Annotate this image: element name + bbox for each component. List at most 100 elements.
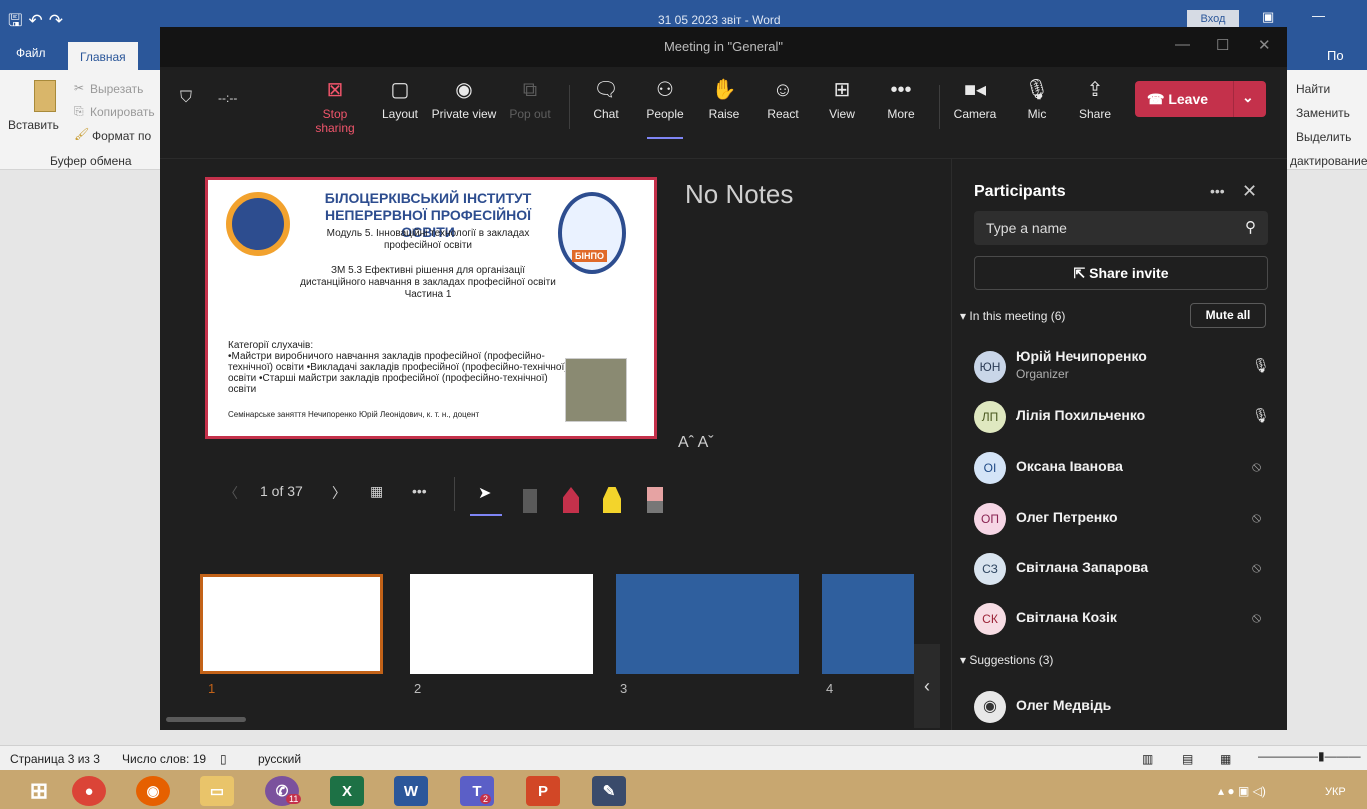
share-invite-button[interactable]: ⇱ Share invite bbox=[974, 256, 1268, 290]
collapse-thumbnails-icon[interactable]: ‹ bbox=[914, 644, 940, 728]
page-count[interactable]: Страница 3 из 3 bbox=[10, 752, 100, 766]
tab-home[interactable]: Главная bbox=[68, 42, 138, 72]
excel-icon[interactable]: X bbox=[330, 776, 364, 806]
meeting-timer: --:-- bbox=[218, 91, 238, 105]
camera-button[interactable]: ■◂ Camera bbox=[945, 77, 1005, 121]
participant-row[interactable]: ЛП Лілія Похильченко 🎙 bbox=[974, 397, 1274, 437]
chrome-icon[interactable]: ● bbox=[72, 776, 106, 806]
chevron-down-icon[interactable]: ⌄ bbox=[1242, 89, 1254, 106]
mic-icon: 🎙 bbox=[1024, 79, 1050, 101]
clipboard-group-label: Буфер обмена bbox=[50, 154, 132, 168]
in-meeting-section[interactable]: ▾ In this meeting (6) bbox=[960, 309, 1065, 323]
participant-row[interactable]: ЮН Юрій Нечипоренко Organizer 🎙 bbox=[974, 347, 1274, 387]
copy-icon[interactable]: ⎘ bbox=[74, 104, 84, 119]
slide-thumbnail-4[interactable] bbox=[822, 574, 914, 674]
paste-button[interactable]: Вставить bbox=[8, 118, 59, 132]
close-icon[interactable]: ✕ bbox=[1258, 36, 1271, 54]
zoom-slider[interactable]: —————▮——— bbox=[1258, 749, 1361, 763]
layout-button[interactable]: ▢ Layout bbox=[370, 77, 430, 121]
maximize-icon[interactable]: ☐ bbox=[1216, 36, 1229, 54]
stop-sharing-button[interactable]: ⊠ Stop sharing bbox=[302, 77, 368, 135]
private-view-button[interactable]: ◉ Private view bbox=[429, 77, 499, 121]
more-icon[interactable]: ••• bbox=[412, 483, 427, 499]
presenter-photo bbox=[565, 358, 627, 422]
shield-icon[interactable]: ⛉ bbox=[180, 89, 192, 107]
powerpoint-icon[interactable]: P bbox=[526, 776, 560, 806]
print-layout-icon[interactable]: ▤ bbox=[1182, 752, 1193, 766]
slide-topic: ЗМ 5.3 Ефективні рішення для організації… bbox=[300, 265, 556, 300]
participant-row[interactable]: ОП Олег Петренко ⦸ bbox=[974, 499, 1274, 539]
quick-access-icons[interactable]: 🖫↶↷ bbox=[8, 8, 69, 37]
red-pen-icon[interactable] bbox=[563, 487, 579, 513]
smile-icon: ☺ bbox=[772, 79, 794, 101]
replace-button[interactable]: Заменить bbox=[1296, 106, 1350, 120]
font-size-controls[interactable]: Aˆ Aˇ bbox=[678, 434, 714, 452]
people-button[interactable]: ⚇ People bbox=[635, 77, 695, 139]
find-button[interactable]: Найти bbox=[1296, 82, 1330, 96]
slide-thumbnail-1[interactable] bbox=[200, 574, 383, 674]
minimize-icon[interactable]: — bbox=[1175, 36, 1190, 53]
chat-button[interactable]: 🗨 Chat bbox=[576, 77, 636, 121]
mute-all-button[interactable]: Mute all bbox=[1190, 303, 1266, 328]
account-label[interactable]: По bbox=[1327, 48, 1344, 63]
more-button[interactable]: ••• More bbox=[871, 77, 931, 121]
ribbon-display-icon[interactable]: ▣ bbox=[1262, 9, 1274, 25]
participant-row[interactable]: СЗ Світлана Запарова ⦸ bbox=[974, 549, 1274, 589]
word-icon[interactable]: W bbox=[394, 776, 428, 806]
input-language[interactable]: УКР bbox=[1325, 786, 1346, 798]
signin-button[interactable]: Вход bbox=[1187, 10, 1239, 28]
next-slide-icon[interactable]: 〉 bbox=[332, 483, 346, 503]
format-painter-icon[interactable]: 🖌 bbox=[74, 127, 89, 141]
avatar: ОП bbox=[974, 503, 1006, 535]
slide-thumbnail-3[interactable] bbox=[616, 574, 799, 674]
minimize-icon[interactable]: — bbox=[1312, 8, 1325, 23]
mic-off-icon: ⦸ bbox=[1252, 458, 1262, 474]
close-icon[interactable]: ✕ bbox=[1242, 181, 1257, 202]
more-icon[interactable]: ••• bbox=[1210, 183, 1225, 199]
web-layout-icon[interactable]: ▦ bbox=[1220, 752, 1231, 766]
mic-button[interactable]: 🎙 Mic bbox=[1007, 77, 1067, 121]
cut-button[interactable]: Вырезать bbox=[90, 82, 143, 96]
prev-slide-icon[interactable]: 〈 bbox=[224, 483, 238, 503]
layout-icon: ▢ bbox=[390, 79, 410, 101]
leave-button[interactable]: ☎ Leave ⌄ bbox=[1135, 81, 1266, 117]
laser-pen-icon[interactable] bbox=[523, 489, 537, 513]
file-explorer-icon[interactable]: ▭ bbox=[200, 776, 234, 806]
view-button[interactable]: ⊞ View bbox=[812, 77, 872, 121]
teams-meeting-window: Meeting in "General" — ☐ ✕ ⛉ --:-- ⊠ Sto… bbox=[160, 27, 1287, 730]
word-status-bar: Страница 3 из 3 Число слов: 19 ▯ русский… bbox=[0, 745, 1367, 770]
participant-row[interactable]: ОІ Оксана Іванова ⦸ bbox=[974, 448, 1274, 488]
react-button[interactable]: ☺ React bbox=[753, 77, 813, 121]
paste-icon[interactable] bbox=[34, 80, 56, 112]
word-count[interactable]: Число слов: 19 bbox=[122, 752, 206, 766]
language-label[interactable]: русский bbox=[258, 752, 301, 766]
tab-file[interactable]: Файл bbox=[16, 46, 46, 60]
participant-search-input[interactable]: Type a name ⚲ bbox=[974, 211, 1268, 245]
avatar: СЗ bbox=[974, 553, 1006, 585]
format-painter-button[interactable]: Формат по bbox=[92, 129, 151, 143]
hand-icon: ✋ bbox=[711, 79, 737, 101]
firefox-icon[interactable]: ◉ bbox=[136, 776, 170, 806]
system-tray-icons[interactable]: ▴ ● ▣ ◁) bbox=[1218, 784, 1266, 798]
slide-thumbnail-2[interactable] bbox=[410, 574, 593, 674]
eraser-icon[interactable] bbox=[647, 487, 663, 513]
avatar: ОІ bbox=[974, 452, 1006, 484]
participant-row[interactable]: СК Світлана Козік ⦸ bbox=[974, 599, 1274, 639]
pen-app-icon[interactable]: ✎ bbox=[592, 776, 626, 806]
pop-out-button[interactable]: ⧉ Pop out bbox=[500, 77, 560, 121]
grid-view-icon[interactable]: ▦ bbox=[370, 483, 383, 500]
share-button[interactable]: ⇪ Share bbox=[1065, 77, 1125, 121]
pointer-icon[interactable]: ➤ bbox=[478, 483, 491, 503]
cut-icon[interactable]: ✂ bbox=[74, 81, 84, 95]
search-icon[interactable]: ⚲ bbox=[1245, 218, 1256, 236]
suggested-person-row[interactable]: ◉ Олег Медвідь bbox=[974, 687, 1274, 727]
highlighter-icon[interactable] bbox=[603, 487, 621, 513]
windows-start-icon[interactable]: ⊞ bbox=[22, 776, 56, 806]
select-button[interactable]: Выделить bbox=[1296, 130, 1351, 144]
thumbnail-scrollbar[interactable] bbox=[166, 717, 246, 722]
suggestions-section[interactable]: ▾ Suggestions (3) bbox=[960, 653, 1053, 667]
copy-button[interactable]: Копировать bbox=[90, 105, 155, 119]
read-mode-icon[interactable]: ▥ bbox=[1142, 752, 1153, 766]
proofing-icon[interactable]: ▯ bbox=[220, 752, 227, 766]
raise-hand-button[interactable]: ✋ Raise bbox=[694, 77, 754, 121]
